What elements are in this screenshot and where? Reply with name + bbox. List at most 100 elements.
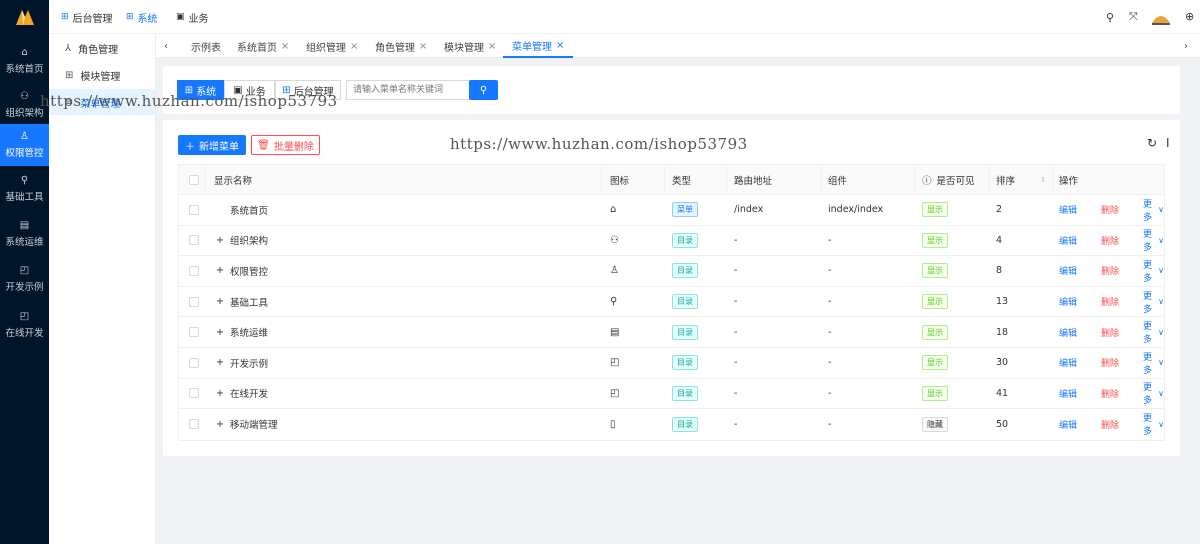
tab-org[interactable]: 组织管理 × [306, 34, 358, 58]
book-icon: ▤ [19, 220, 30, 231]
visibility-tag: 显示 [922, 202, 948, 218]
row-checkbox[interactable] [189, 265, 199, 276]
sidebar-item-permission[interactable]: ♙ 权限管控 [0, 124, 49, 166]
sort-value: 8 [996, 265, 1003, 277]
visibility-tag: 显示 [922, 232, 948, 248]
topnav-business[interactable]: ▣ 业务 [176, 0, 209, 34]
row-checkbox[interactable] [189, 357, 199, 368]
close-icon[interactable]: × [488, 41, 496, 52]
edit-link[interactable]: 编辑 [1059, 195, 1077, 225]
delete-link[interactable]: 删除 [1101, 317, 1119, 347]
avatar[interactable] [1150, 7, 1172, 27]
delete-link[interactable]: 删除 [1101, 195, 1119, 225]
search-button[interactable]: ⚲ [469, 80, 498, 100]
more-dropdown[interactable]: 更多 ∨ [1143, 256, 1164, 286]
edit-link[interactable]: 编辑 [1059, 348, 1077, 378]
delete-link[interactable]: 删除 [1101, 409, 1119, 440]
delete-link[interactable]: 删除 [1101, 379, 1119, 409]
expand-icon[interactable]: + [216, 317, 224, 347]
delete-link[interactable]: 删除 [1101, 226, 1119, 256]
topnav-system[interactable]: ⊞ 系统 [126, 0, 158, 34]
select-all-checkbox[interactable] [189, 174, 199, 185]
expand-icon[interactable]: + [216, 256, 224, 286]
table-row[interactable]: + 组织架构 ⚇ 目录 - - 显示 4 编辑 删除 更多 ∨ [179, 226, 1164, 257]
visibility-tag: 显示 [922, 263, 948, 279]
watermark-text: https://www.huzhan.com/ishop53793 [450, 135, 748, 153]
row-checkbox[interactable] [189, 419, 199, 430]
tab-role[interactable]: 角色管理 × [375, 34, 427, 58]
close-icon[interactable]: × [281, 41, 289, 52]
tabs-scroll-right[interactable]: › [1184, 34, 1188, 58]
delete-link[interactable]: 删除 [1101, 287, 1119, 317]
table-row[interactable]: + 移动端管理 ▯ 目录 - - 隐藏 50 编辑 删除 更多 ∨ [179, 409, 1164, 440]
more-dropdown[interactable]: 更多 ∨ [1143, 226, 1164, 256]
tab-menu[interactable]: 菜单管理 × [503, 34, 574, 58]
menu-name: 系统运维 [230, 328, 269, 340]
table-row[interactable]: + 权限管控 ♙ 目录 - - 显示 8 编辑 删除 更多 ∨ [179, 256, 1164, 287]
language-icon[interactable]: ⊕ [1185, 10, 1194, 23]
row-checkbox[interactable] [189, 204, 199, 215]
tabs-scroll-left[interactable]: ‹ [164, 34, 168, 58]
row-checkbox[interactable] [189, 388, 199, 399]
more-dropdown[interactable]: 更多 ∨ [1143, 379, 1164, 409]
user-icon: ♙ [610, 265, 619, 277]
edit-link[interactable]: 编辑 [1059, 287, 1077, 317]
sidebar-item-tools[interactable]: ⚲ 基础工具 [0, 168, 49, 210]
edit-link[interactable]: 编辑 [1059, 379, 1077, 409]
row-checkbox[interactable] [189, 327, 199, 338]
expand-icon[interactable]: + [216, 226, 224, 256]
close-icon[interactable]: × [419, 41, 427, 52]
subnav-item-module[interactable]: ⊞ 模块管理 [49, 62, 155, 88]
table-row[interactable]: 系统首页 ⌂ 菜单/index index/index 显示 2 编辑 删除 更多 ∨ [179, 195, 1164, 226]
sidebar-item-home[interactable]: ⌂ 系统首页 [0, 40, 49, 82]
close-icon[interactable]: × [556, 40, 564, 51]
chevron-down-icon: ∨ [1158, 419, 1164, 429]
subnav-item-role[interactable]: ⅄ 角色管理 [49, 35, 155, 61]
row-checkbox[interactable] [189, 235, 199, 246]
main-sidebar: ⌂ 系统首页 ⚇ 组织架构 ♙ 权限管控 ⚲ 基础工具 ▤ 系统运维 ◰ 开发示… [0, 0, 49, 544]
tab-module[interactable]: 模块管理 × [444, 34, 496, 58]
app-logo[interactable] [0, 0, 49, 34]
table-row[interactable]: + 在线开发 ◰ 目录 - - 显示 41 编辑 删除 更多 ∨ [179, 379, 1164, 410]
table-row[interactable]: + 开发示例 ◰ 目录 - - 显示 30 编辑 删除 更多 ∨ [179, 348, 1164, 379]
sort-icon[interactable]: ⇕ [1040, 176, 1046, 184]
sidebar-item-label: 开发示例 [5, 282, 44, 293]
add-menu-button[interactable]: ＋新增菜单 [178, 135, 246, 155]
edit-link[interactable]: 编辑 [1059, 409, 1077, 440]
expand-icon[interactable]: + [216, 379, 224, 409]
refresh-icon[interactable]: ↻ [1147, 136, 1157, 150]
column-height-icon[interactable]: Ⅰ [1166, 136, 1170, 150]
batch-delete-button[interactable]: 🗑 批量删除 [251, 135, 320, 155]
more-dropdown[interactable]: 更多 ∨ [1143, 287, 1164, 317]
delete-link[interactable]: 删除 [1101, 348, 1119, 378]
tab-example-table[interactable]: 示例表 [191, 34, 221, 58]
fullscreen-icon[interactable]: ⤧ [1129, 10, 1138, 24]
edit-link[interactable]: 编辑 [1059, 226, 1077, 256]
expand-icon[interactable]: + [216, 348, 224, 378]
edit-link[interactable]: 编辑 [1059, 256, 1077, 286]
more-dropdown[interactable]: 更多 ∨ [1143, 348, 1164, 378]
header-sort[interactable]: 排序 ⇕ [989, 165, 1052, 194]
sidebar-item-examples[interactable]: ◰ 开发示例 [0, 258, 49, 300]
expand-icon[interactable]: + [216, 409, 224, 440]
search-input[interactable] [346, 80, 470, 100]
edit-link[interactable]: 编辑 [1059, 317, 1077, 347]
table-row[interactable]: + 系统运维 ▤ 目录 - - 显示 18 编辑 删除 更多 ∨ [179, 317, 1164, 348]
sort-value: 18 [996, 326, 1009, 338]
table-row[interactable]: + 基础工具 ⚲ 目录 - - 显示 13 编辑 删除 更多 ∨ [179, 287, 1164, 318]
expand-icon[interactable]: + [216, 287, 224, 317]
delete-link[interactable]: 删除 [1101, 256, 1119, 286]
route-path: - [734, 296, 738, 308]
trash-icon: 🗑 [257, 139, 270, 151]
row-checkbox[interactable] [189, 296, 199, 307]
search-icon[interactable]: ⚲ [1106, 11, 1114, 24]
close-icon[interactable]: × [350, 41, 358, 52]
sidebar-item-online-dev[interactable]: ◰ 在线开发 [0, 304, 49, 346]
route-path: - [734, 387, 738, 399]
topnav-admin[interactable]: ⊞ 后台管理 [61, 0, 113, 34]
sidebar-item-ops[interactable]: ▤ 系统运维 [0, 213, 49, 255]
tab-home[interactable]: 系统首页 × [237, 34, 289, 58]
more-dropdown[interactable]: 更多 ∨ [1143, 409, 1164, 440]
more-dropdown[interactable]: 更多 ∨ [1143, 195, 1164, 225]
more-dropdown[interactable]: 更多 ∨ [1143, 317, 1164, 347]
